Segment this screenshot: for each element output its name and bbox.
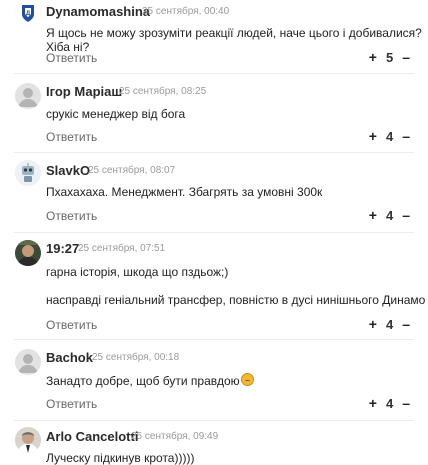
upvote-button[interactable]: + [369, 128, 377, 144]
avatar[interactable] [15, 240, 41, 266]
divider [14, 420, 414, 421]
comment-text: насправді геніальний трансфер, повністю … [46, 293, 426, 307]
avatar[interactable] [15, 83, 41, 109]
downvote-button[interactable]: – [402, 395, 410, 411]
downvote-button[interactable]: – [402, 316, 410, 332]
vote-controls: + 5 – [369, 49, 410, 65]
reply-link[interactable]: Ответить [46, 397, 97, 411]
robot-icon [15, 160, 41, 186]
divider [14, 73, 414, 74]
vote-controls: + 4 – [369, 395, 410, 411]
avatar[interactable] [15, 160, 41, 186]
comment-date: 25 сентября, 07:51 [78, 243, 166, 254]
divider [14, 152, 414, 153]
comment-date: 25 сентября, 08:07 [88, 165, 176, 176]
upvote-button[interactable]: + [369, 49, 377, 65]
vote-score: 4 [385, 395, 394, 411]
comment-author[interactable]: Dynamomashina [46, 4, 150, 19]
comment-author[interactable]: Arlo Cancelotti [46, 429, 138, 444]
upvote-button[interactable]: + [369, 207, 377, 223]
divider [14, 232, 414, 233]
comment-author[interactable]: Ігор Маріаш [46, 84, 122, 99]
comment-author[interactable]: Bachok [46, 350, 93, 365]
avatar[interactable] [15, 349, 41, 375]
upvote-button[interactable]: + [369, 395, 377, 411]
vote-score: 4 [385, 128, 394, 144]
reply-link[interactable]: Ответить [46, 51, 97, 65]
downvote-button[interactable]: – [402, 49, 410, 65]
reply-link[interactable]: Ответить [46, 209, 97, 223]
comment-date: 25 сентября, 00:18 [92, 352, 180, 363]
svg-text:Д: Д [26, 11, 31, 17]
comment-text: Занадто добре, щоб бути правдою [46, 373, 254, 388]
comment-text-content: Занадто добре, щоб бути правдою [46, 374, 240, 388]
comment-text: Луческу підкинув крота))))) [46, 451, 195, 465]
reply-link[interactable]: Ответить [46, 130, 97, 144]
divider [14, 339, 414, 340]
reply-link[interactable]: Ответить [46, 318, 97, 332]
avatar[interactable] [15, 427, 41, 453]
comment-date: 25 сентября, 00:40 [142, 6, 230, 17]
vote-score: 4 [385, 207, 394, 223]
comment-text: Пхахахаха. Менеджмент. Збагрять за умовн… [46, 185, 323, 199]
vote-score: 4 [385, 316, 394, 332]
comment-author[interactable]: SlavkO [46, 163, 90, 178]
comment-text: гарна історія, шкода що пздьож;) [46, 265, 229, 279]
vote-score: 5 [385, 49, 394, 65]
vote-controls: + 4 – [369, 207, 410, 223]
vote-controls: + 4 – [369, 128, 410, 144]
comment-date: 25 сентября, 08:25 [119, 86, 207, 97]
sad-face-emoji-icon [240, 373, 254, 386]
portrait-avatar-icon [15, 427, 41, 453]
comment-author[interactable]: 19:27 [46, 241, 79, 256]
avatar[interactable]: Д [15, 0, 41, 26]
comment-text: срукіс менеджер від бога [46, 107, 186, 121]
default-user-icon [15, 83, 41, 109]
photo-avatar-icon [15, 240, 41, 266]
downvote-button[interactable]: – [402, 128, 410, 144]
dynamo-logo-icon: Д [15, 0, 41, 26]
vote-controls: + 4 – [369, 316, 410, 332]
upvote-button[interactable]: + [369, 316, 377, 332]
comment-date: 25 сентября, 09:49 [131, 431, 219, 442]
default-user-icon [15, 349, 41, 375]
downvote-button[interactable]: – [402, 207, 410, 223]
